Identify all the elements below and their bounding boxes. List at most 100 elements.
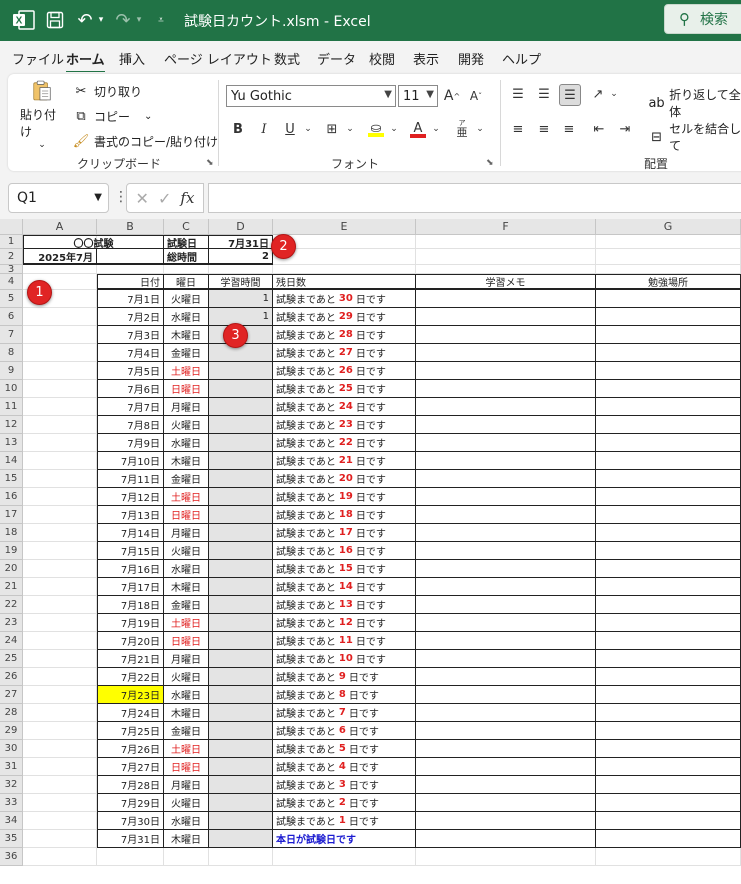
font-size-select[interactable]: 11 ▼ xyxy=(398,85,438,107)
cell[interactable] xyxy=(23,632,97,650)
place-cell[interactable] xyxy=(596,704,741,722)
date-cell[interactable]: 7月25日 xyxy=(97,722,164,740)
underline-button[interactable]: U xyxy=(280,119,300,139)
weekday-cell[interactable]: 火曜日 xyxy=(164,416,209,434)
memo-cell[interactable] xyxy=(416,542,596,560)
memo-cell[interactable] xyxy=(416,668,596,686)
row-header[interactable]: 31 xyxy=(0,758,23,776)
column-header-e[interactable]: E xyxy=(273,219,416,235)
row-header[interactable]: 7 xyxy=(0,326,23,344)
weekday-cell[interactable]: 土曜日 xyxy=(164,488,209,506)
cell[interactable] xyxy=(23,758,97,776)
formula-input[interactable] xyxy=(208,183,741,213)
remaining-days-cell[interactable]: 試験まであと 22 日です xyxy=(273,434,416,452)
decrease-indent-button[interactable]: ⇤ xyxy=(589,119,609,139)
copy-button[interactable]: ⧉ コピー ⌄ xyxy=(72,107,152,125)
underline-dropdown-icon[interactable]: ⌄ xyxy=(298,119,318,139)
weekday-cell[interactable]: 月曜日 xyxy=(164,776,209,794)
study-hours-cell[interactable] xyxy=(209,560,273,578)
study-hours-cell[interactable] xyxy=(209,578,273,596)
remaining-days-cell[interactable]: 試験まであと 26 日です xyxy=(273,362,416,380)
date-cell[interactable]: 7月27日 xyxy=(97,758,164,776)
weekday-cell[interactable]: 火曜日 xyxy=(164,290,209,308)
weekday-cell[interactable]: 日曜日 xyxy=(164,758,209,776)
paste-button[interactable]: 貼り付け ⌄ xyxy=(20,80,64,150)
place-cell[interactable] xyxy=(596,650,741,668)
place-cell[interactable] xyxy=(596,812,741,830)
study-hours-cell[interactable] xyxy=(209,470,273,488)
study-hours-cell[interactable] xyxy=(209,812,273,830)
date-cell[interactable]: 7月20日 xyxy=(97,632,164,650)
study-hours-cell[interactable] xyxy=(209,722,273,740)
memo-cell[interactable] xyxy=(416,362,596,380)
remaining-days-cell[interactable]: 試験まであと 21 日です xyxy=(273,452,416,470)
row-header[interactable]: 36 xyxy=(0,848,23,866)
cell[interactable] xyxy=(273,265,416,274)
remaining-days-cell[interactable]: 試験まであと 24 日です xyxy=(273,398,416,416)
increase-indent-button[interactable]: ⇥ xyxy=(615,119,635,139)
weekday-cell[interactable]: 土曜日 xyxy=(164,740,209,758)
date-cell[interactable]: 7月7日 xyxy=(97,398,164,416)
weekday-cell[interactable]: 月曜日 xyxy=(164,398,209,416)
row-header[interactable]: 23 xyxy=(0,614,23,632)
study-hours-cell[interactable] xyxy=(209,776,273,794)
memo-cell[interactable] xyxy=(416,398,596,416)
study-hours-cell[interactable] xyxy=(209,452,273,470)
date-cell[interactable]: 7月4日 xyxy=(97,344,164,362)
date-cell[interactable]: 7月30日 xyxy=(97,812,164,830)
align-middle-button[interactable]: ☰ xyxy=(534,84,554,104)
row-header[interactable]: 25 xyxy=(0,650,23,668)
cell[interactable] xyxy=(596,235,741,249)
align-center-button[interactable]: ≡ xyxy=(534,119,554,139)
remaining-days-cell[interactable]: 試験まであと 13 日です xyxy=(273,596,416,614)
weekday-cell[interactable]: 木曜日 xyxy=(164,452,209,470)
weekday-cell[interactable]: 日曜日 xyxy=(164,632,209,650)
memo-cell[interactable] xyxy=(416,452,596,470)
weekday-cell[interactable]: 土曜日 xyxy=(164,362,209,380)
tab-help[interactable]: ヘルプ xyxy=(502,49,541,68)
row-header[interactable]: 22 xyxy=(0,596,23,614)
tab-review[interactable]: 校閲 xyxy=(369,49,395,68)
remaining-days-cell[interactable]: 本日が試験日です xyxy=(273,830,416,848)
weekday-cell[interactable]: 火曜日 xyxy=(164,542,209,560)
weekday-cell[interactable]: 金曜日 xyxy=(164,470,209,488)
place-cell[interactable] xyxy=(596,362,741,380)
undo-icon[interactable]: ↶ xyxy=(76,8,94,32)
study-hours-cell[interactable] xyxy=(209,668,273,686)
row-header[interactable]: 20 xyxy=(0,560,23,578)
memo-cell[interactable] xyxy=(416,614,596,632)
align-right-button[interactable]: ≡ xyxy=(559,119,579,139)
month-cell[interactable]: 2025年7月 xyxy=(23,249,97,265)
remaining-days-cell[interactable]: 試験まであと 11 日です xyxy=(273,632,416,650)
place-cell[interactable] xyxy=(596,470,741,488)
row-header[interactable]: 29 xyxy=(0,722,23,740)
cell[interactable] xyxy=(23,812,97,830)
table-header-place[interactable]: 勉強場所 xyxy=(596,274,741,290)
memo-cell[interactable] xyxy=(416,632,596,650)
place-cell[interactable] xyxy=(596,506,741,524)
select-all-corner[interactable] xyxy=(0,219,23,235)
cell[interactable] xyxy=(416,265,596,274)
row-header[interactable]: 17 xyxy=(0,506,23,524)
cell[interactable] xyxy=(23,524,97,542)
row-header[interactable]: 34 xyxy=(0,812,23,830)
date-cell[interactable]: 7月9日 xyxy=(97,434,164,452)
weekday-cell[interactable]: 火曜日 xyxy=(164,668,209,686)
place-cell[interactable] xyxy=(596,398,741,416)
remaining-days-cell[interactable]: 試験まであと 18 日です xyxy=(273,506,416,524)
place-cell[interactable] xyxy=(596,614,741,632)
remaining-days-cell[interactable]: 試験まであと 16 日です xyxy=(273,542,416,560)
row-header[interactable]: 21 xyxy=(0,578,23,596)
column-header-c[interactable]: C xyxy=(164,219,209,235)
tab-data[interactable]: データ xyxy=(317,49,356,68)
row-header[interactable]: 19 xyxy=(0,542,23,560)
date-cell[interactable]: 7月6日 xyxy=(97,380,164,398)
column-header-g[interactable]: G xyxy=(596,219,741,235)
cell[interactable] xyxy=(23,668,97,686)
cell[interactable] xyxy=(23,596,97,614)
exam-name-cell[interactable]: 〇〇試験 xyxy=(23,235,164,250)
memo-cell[interactable] xyxy=(416,290,596,308)
place-cell[interactable] xyxy=(596,560,741,578)
study-hours-cell[interactable] xyxy=(209,686,273,704)
study-hours-cell[interactable] xyxy=(209,758,273,776)
